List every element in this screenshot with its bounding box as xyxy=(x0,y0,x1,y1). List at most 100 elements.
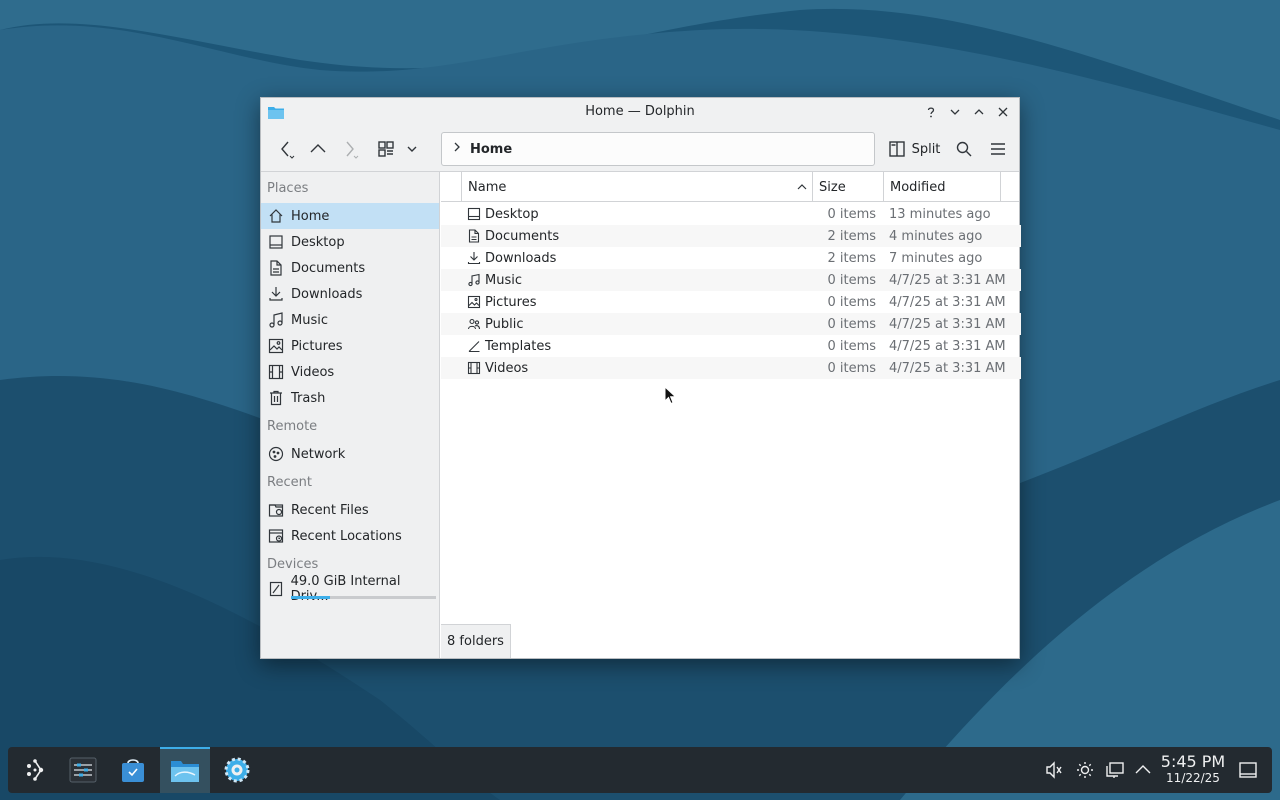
downloads-folder-icon xyxy=(467,251,481,265)
split-label: Split xyxy=(911,141,941,157)
column-size[interactable]: Size xyxy=(812,172,883,202)
location-breadcrumb[interactable]: Home xyxy=(441,132,875,166)
view-mode-dropdown-icon[interactable] xyxy=(401,136,423,162)
row-name: Documents xyxy=(485,228,560,244)
sidebar-item-videos[interactable]: Videos xyxy=(261,359,439,385)
search-icon[interactable] xyxy=(951,136,977,162)
sidebar-item-label: Music xyxy=(291,312,328,328)
column-size-label: Size xyxy=(819,179,846,195)
row-size: 0 items xyxy=(827,294,876,310)
section-remote: Remote xyxy=(267,419,318,434)
sidebar-item-home[interactable]: Home xyxy=(261,203,439,229)
recent-files-icon xyxy=(267,501,285,519)
details-view[interactable]: Name Size Modified Desktop 0 items 13 minu… xyxy=(441,172,1021,658)
network-icon xyxy=(267,445,285,463)
row-name: Downloads xyxy=(485,250,557,266)
drive-usage-fill xyxy=(291,596,331,599)
sidebar-item-trash[interactable]: Trash xyxy=(261,385,439,411)
home-icon xyxy=(267,207,285,225)
row-modified: 4/7/25 at 3:31 AM xyxy=(889,338,1006,354)
row-name: Pictures xyxy=(485,294,537,310)
dolphin-file-manager-icon[interactable] xyxy=(160,747,210,793)
public-folder-icon xyxy=(467,317,481,331)
music-folder-icon xyxy=(467,273,481,287)
table-row[interactable]: Desktop 0 items 13 minutes ago xyxy=(441,203,1021,225)
table-row[interactable]: Videos 0 items 4/7/25 at 3:31 AM xyxy=(441,357,1021,379)
back-icon[interactable] xyxy=(273,136,299,162)
row-size: 0 items xyxy=(827,360,876,376)
close-icon[interactable] xyxy=(991,101,1015,123)
application-launcher-icon[interactable] xyxy=(10,747,60,793)
volume-muted-icon[interactable] xyxy=(1043,759,1065,781)
row-size: 0 items xyxy=(827,272,876,288)
recent-locations-icon xyxy=(267,527,285,545)
sidebar-item-label: Recent Files xyxy=(291,502,369,518)
sort-ascending-icon xyxy=(796,181,808,197)
drive-icon xyxy=(267,580,285,598)
table-row[interactable]: Pictures 0 items 4/7/25 at 3:31 AM xyxy=(441,291,1021,313)
sidebar-item-label: Recent Locations xyxy=(291,528,402,544)
titlebar[interactable]: Home — Dolphin xyxy=(261,98,1019,126)
sidebar-item-label: Pictures xyxy=(291,338,343,354)
sidebar-item-music[interactable]: Music xyxy=(261,307,439,333)
documents-folder-icon xyxy=(467,229,481,243)
sidebar-item-documents[interactable]: Documents xyxy=(261,255,439,281)
table-row[interactable]: Downloads 2 items 7 minutes ago xyxy=(441,247,1021,269)
network-wired-icon[interactable] xyxy=(1104,759,1126,781)
digital-clock[interactable]: 5:45 PM 11/22/25 xyxy=(1158,752,1228,786)
system-settings-icon[interactable] xyxy=(212,747,262,793)
view-mode-icon[interactable] xyxy=(373,136,399,162)
sidebar-item-label: Videos xyxy=(291,364,335,380)
column-name-label: Name xyxy=(468,179,507,195)
row-size: 2 items xyxy=(827,228,876,244)
row-name: Public xyxy=(485,316,524,332)
row-modified: 4/7/25 at 3:31 AM xyxy=(889,272,1006,288)
section-places: Places xyxy=(267,181,309,196)
system-monitor-icon[interactable] xyxy=(58,747,108,793)
sidebar-item-network[interactable]: Network xyxy=(261,441,439,467)
table-row[interactable]: Templates 0 items 4/7/25 at 3:31 AM xyxy=(441,335,1021,357)
sidebar-item-label: Trash xyxy=(291,390,326,406)
clock-time: 5:45 PM xyxy=(1160,752,1226,771)
row-size: 0 items xyxy=(827,338,876,354)
maximize-icon[interactable] xyxy=(967,101,991,123)
sidebar-item-downloads[interactable]: Downloads xyxy=(261,281,439,307)
breadcrumb-home[interactable]: Home xyxy=(470,142,512,157)
clock-date: 11/22/25 xyxy=(1166,771,1220,785)
hamburger-menu-icon[interactable] xyxy=(985,136,1011,162)
row-modified: 13 minutes ago xyxy=(889,206,991,222)
show-hidden-icons-icon[interactable] xyxy=(1132,759,1154,781)
brightness-icon[interactable] xyxy=(1074,759,1096,781)
row-size: 0 items xyxy=(827,206,876,222)
column-name[interactable]: Name xyxy=(461,172,812,202)
sidebar-item-desktop[interactable]: Desktop xyxy=(261,229,439,255)
forward-icon[interactable] xyxy=(337,136,363,162)
row-modified: 4/7/25 at 3:31 AM xyxy=(889,360,1006,376)
row-name: Music xyxy=(485,272,522,288)
sidebar-item-pictures[interactable]: Pictures xyxy=(261,333,439,359)
dolphin-window: Home — Dolphin Home Split Places Home De… xyxy=(260,97,1021,659)
table-row[interactable]: Music 0 items 4/7/25 at 3:31 AM xyxy=(441,269,1021,291)
status-text: 8 folders xyxy=(447,634,504,649)
window-title: Home — Dolphin xyxy=(585,104,695,119)
column-modified[interactable]: Modified xyxy=(883,172,1001,202)
templates-folder-icon xyxy=(467,339,481,353)
drive-usage-bar xyxy=(291,596,436,599)
sidebar-item-recent-locations[interactable]: Recent Locations xyxy=(261,523,439,549)
discover-store-icon[interactable] xyxy=(108,747,158,793)
status-bar: 8 folders xyxy=(441,624,511,658)
table-row[interactable]: Public 0 items 4/7/25 at 3:31 AM xyxy=(441,313,1021,335)
row-name: Videos xyxy=(485,360,529,376)
videos-icon xyxy=(267,363,285,381)
table-row[interactable]: Documents 2 items 4 minutes ago xyxy=(441,225,1021,247)
row-size: 2 items xyxy=(827,250,876,266)
show-desktop-icon[interactable] xyxy=(1237,759,1259,781)
row-name: Desktop xyxy=(485,206,539,222)
split-button[interactable]: Split xyxy=(885,134,943,164)
sidebar-item-label: Documents xyxy=(291,260,366,276)
sidebar-item-recent-files[interactable]: Recent Files xyxy=(261,497,439,523)
help-icon[interactable] xyxy=(919,101,943,123)
up-icon[interactable] xyxy=(305,136,331,162)
minimize-icon[interactable] xyxy=(943,101,967,123)
sidebar-item-label: Network xyxy=(291,446,346,462)
